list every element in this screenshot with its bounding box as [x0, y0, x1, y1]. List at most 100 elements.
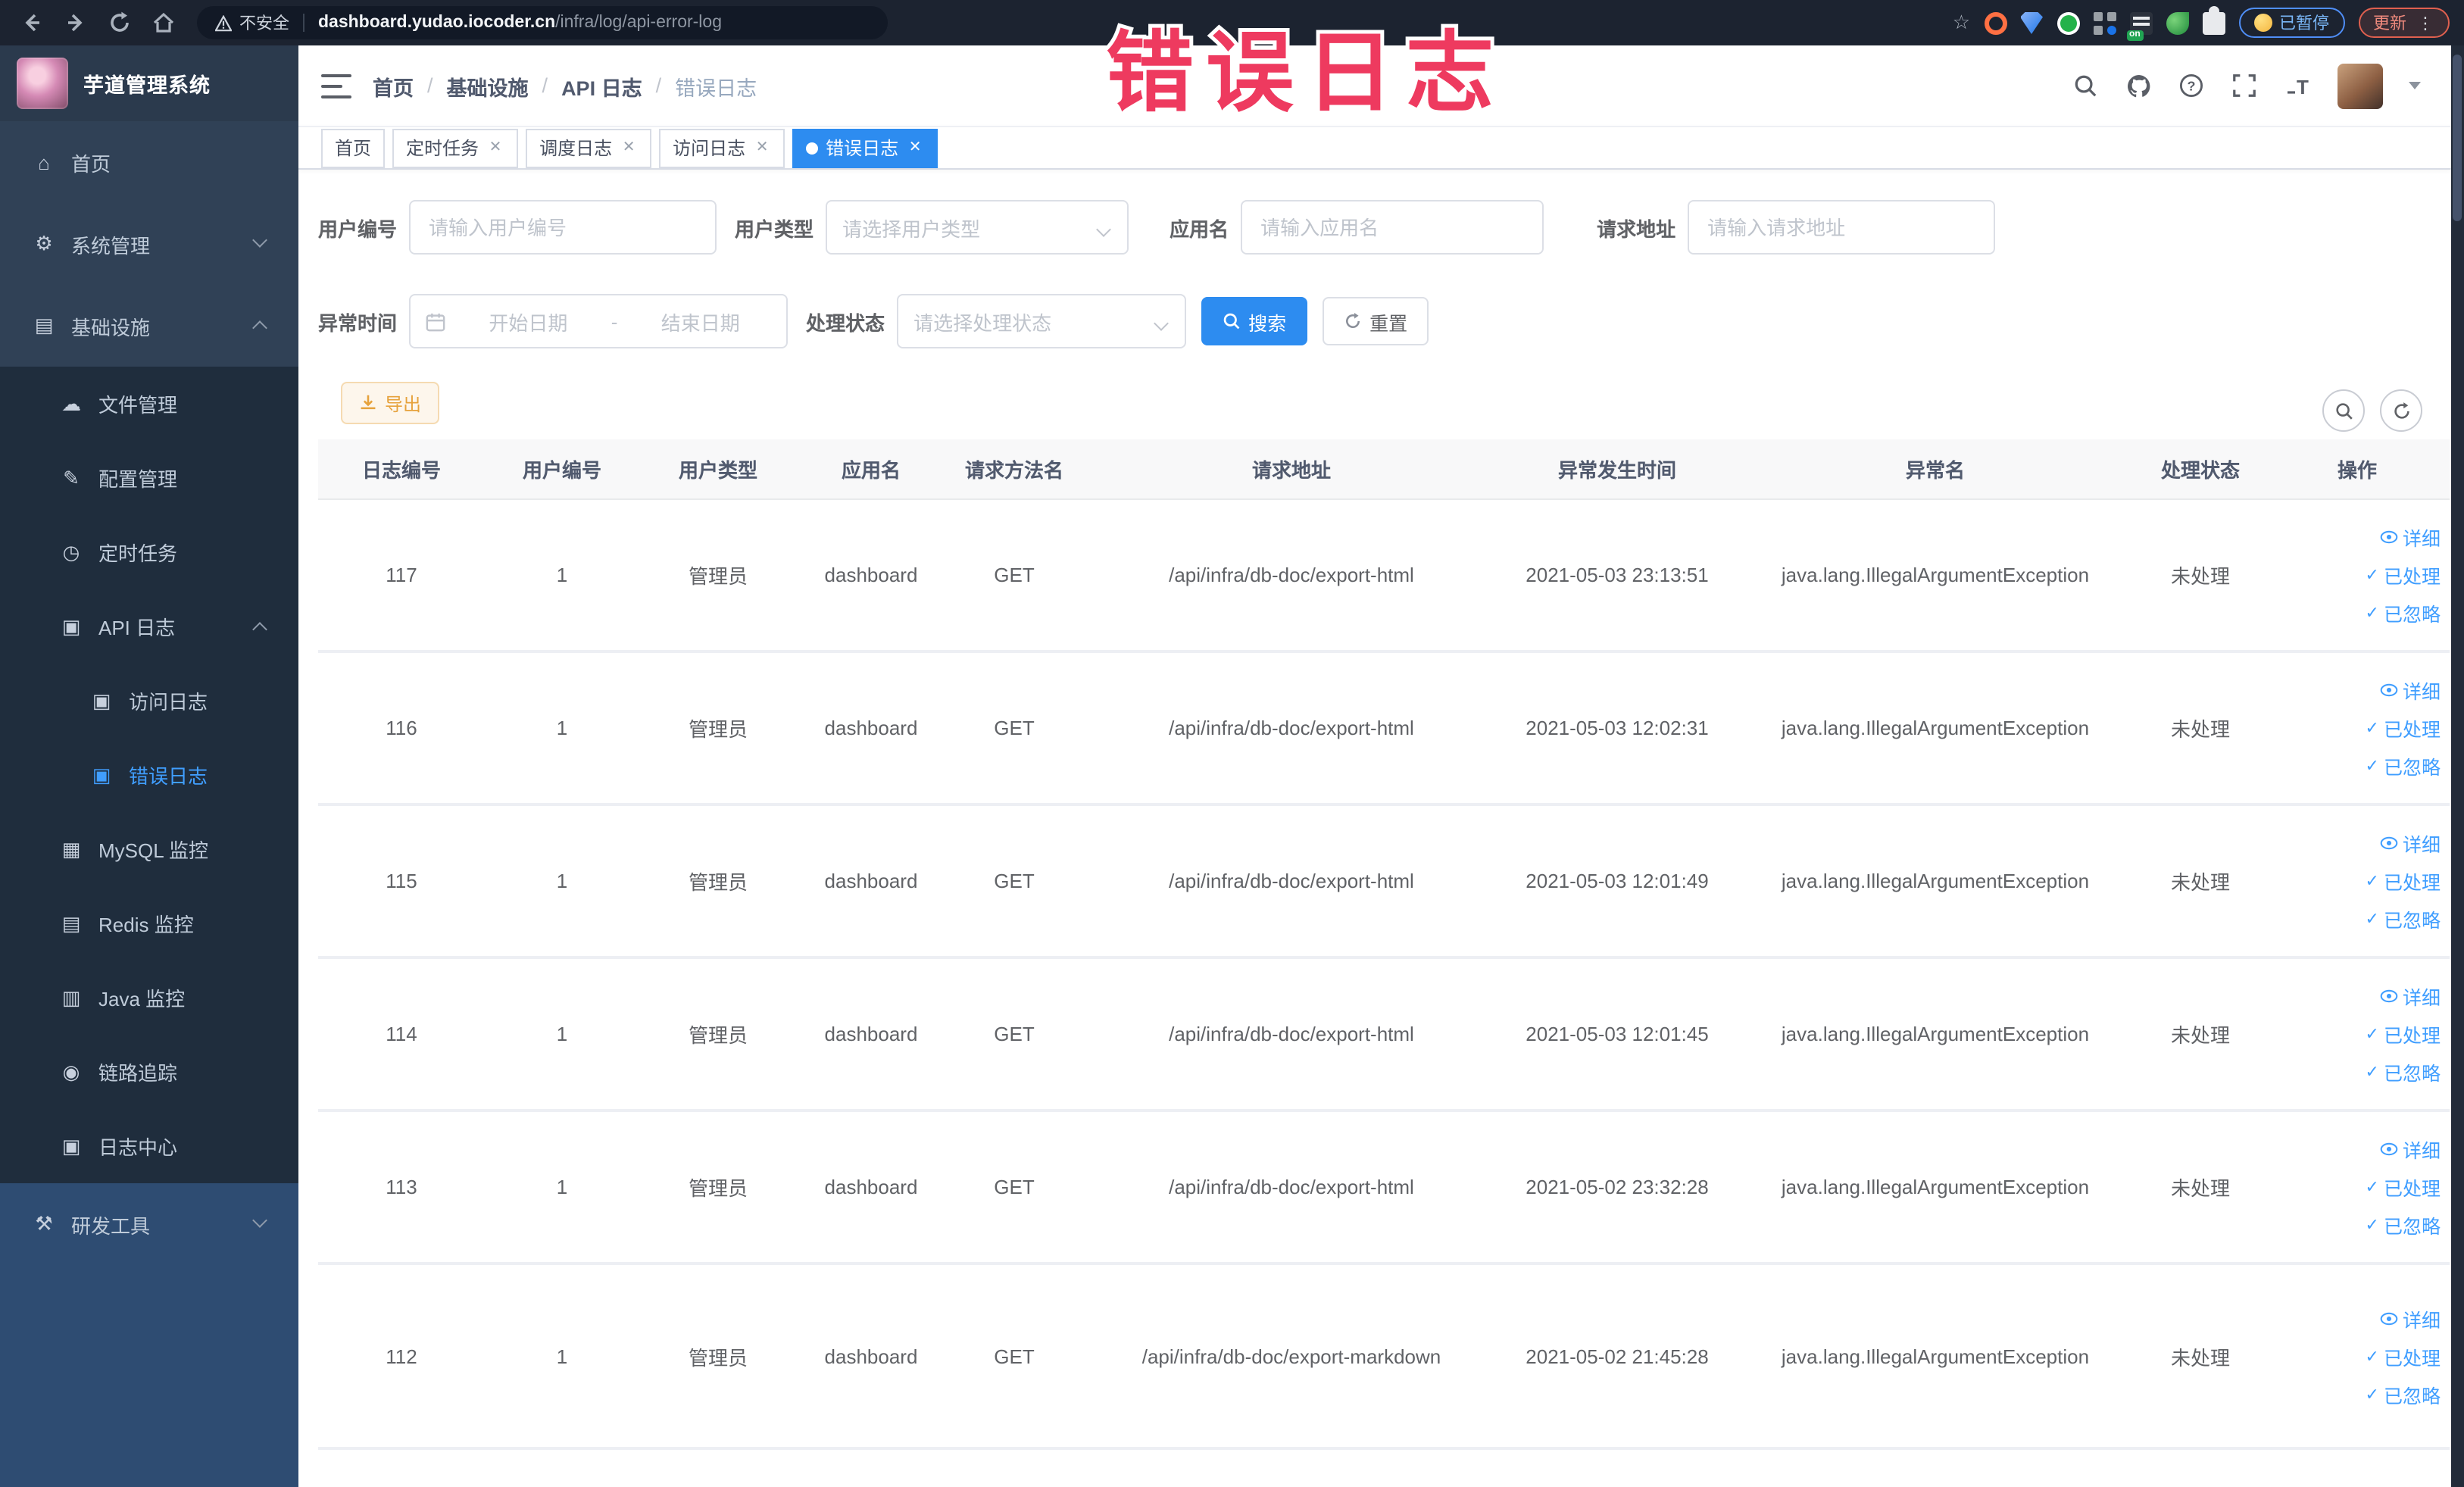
detail-link[interactable]: 详细 [2380, 1135, 2441, 1164]
avatar[interactable] [2337, 63, 2382, 108]
browser-actions: ☆ on 已暂停 更新 ⋮ [1953, 5, 2464, 40]
font-size-icon[interactable]: T [2284, 72, 2311, 99]
extension-icon-on-badge[interactable]: on [2126, 11, 2152, 40]
extension-icon-green-v[interactable] [2056, 11, 2079, 34]
user-type-select[interactable]: 请选择用户类型 [826, 200, 1129, 255]
security-status[interactable]: 不安全 [215, 11, 289, 35]
fullscreen-icon[interactable] [2231, 72, 2258, 99]
export-button[interactable]: 导出 [341, 382, 440, 424]
mark-ignored-link[interactable]: ✓ 已忽略 [2366, 1057, 2441, 1086]
search-icon[interactable] [2072, 72, 2099, 99]
emoji-face-icon [2253, 14, 2272, 32]
close-icon[interactable]: ✕ [906, 139, 924, 157]
sidebar-item-log-center[interactable]: ▣ 日志中心 [0, 1109, 298, 1183]
toggle-search-button[interactable] [2322, 389, 2365, 432]
browser-menu-icon[interactable]: ⋮ [2417, 13, 2434, 33]
close-icon[interactable]: ✕ [753, 139, 771, 157]
detail-link[interactable]: 详细 [2380, 829, 2441, 858]
search-button[interactable]: 搜索 [1201, 297, 1308, 345]
sidebar-item-infrastructure[interactable]: ▤ 基础设施 [0, 285, 298, 367]
mark-ignored-link[interactable]: ✓ 已忽略 [2366, 904, 2441, 933]
github-icon[interactable] [2125, 72, 2152, 99]
mark-processed-link[interactable]: ✓ 已处理 [2366, 714, 2441, 742]
tab-error-log[interactable]: 错误日志 ✕ [792, 128, 938, 167]
api-log-icon: ▣ [61, 614, 81, 637]
close-icon[interactable]: ✕ [486, 139, 504, 157]
sidebar-item-mysql-monitor[interactable]: ▦ MySQL 监控 [0, 812, 298, 886]
refresh-table-button[interactable] [2380, 389, 2422, 432]
extension-icon-blue-gem[interactable] [2020, 11, 2043, 34]
request-url-input[interactable] [1688, 200, 1996, 255]
edit-icon: ✎ [63, 466, 80, 489]
date-range-picker[interactable]: 开始日期 - 结束日期 [409, 294, 789, 348]
eye-icon [2380, 683, 2398, 697]
detail-link[interactable]: 详细 [2380, 1304, 2441, 1332]
sidebar-item-config-management[interactable]: ✎ 配置管理 [0, 441, 298, 515]
paused-badge[interactable]: 已暂停 [2238, 8, 2344, 38]
sidebar-item-system-management[interactable]: ⚙ 系统管理 [0, 203, 298, 285]
detail-link[interactable]: 详细 [2380, 982, 2441, 1011]
extension-icon-grid[interactable] [2093, 11, 2116, 34]
home-icon[interactable] [151, 11, 176, 35]
reset-button[interactable]: 重置 [1323, 297, 1429, 345]
reload-icon[interactable] [108, 11, 132, 35]
extension-icon-orange[interactable] [1984, 11, 2006, 34]
help-icon[interactable]: ? [2178, 72, 2205, 99]
scrollbar-thumb[interactable] [2453, 55, 2462, 221]
breadcrumb-home[interactable]: 首页 [373, 70, 414, 101]
mark-ignored-link[interactable]: ✓ 已忽略 [2366, 1211, 2441, 1239]
sidebar-item-error-log[interactable]: ▣ 错误日志 [0, 738, 298, 812]
security-label: 不安全 [239, 15, 289, 33]
tab-schedule-log[interactable]: 调度日志 ✕ [526, 128, 652, 167]
check-icon: ✓ [2365, 567, 2379, 585]
sidebar-item-api-log[interactable]: ▣ API 日志 [0, 589, 298, 664]
mark-ignored-link[interactable]: ✓ 已忽略 [2366, 598, 2441, 627]
sidebar-toggle-icon[interactable] [321, 73, 351, 98]
check-icon: ✓ [2365, 604, 2379, 623]
address-bar[interactable]: 不安全 dashboard.yudao.iocoder.cn/infra/log… [197, 6, 888, 39]
back-icon[interactable] [20, 11, 44, 35]
eye-icon [2380, 530, 2398, 544]
tab-scheduled-tasks[interactable]: 定时任务 ✕ [392, 128, 519, 167]
detail-link[interactable]: 详细 [2380, 676, 2441, 704]
mark-processed-link[interactable]: ✓ 已处理 [2366, 1020, 2441, 1048]
browser-scrollbar[interactable] [2450, 45, 2464, 1487]
sidebar-item-access-log[interactable]: ▣ 访问日志 [0, 664, 298, 738]
mark-processed-link[interactable]: ✓ 已处理 [2366, 1173, 2441, 1201]
process-status-select[interactable]: 请选择处理状态 [897, 294, 1187, 348]
mark-ignored-link[interactable]: ✓ 已忽略 [2366, 1379, 2441, 1408]
app-name-input[interactable] [1241, 200, 1544, 255]
mark-processed-link[interactable]: ✓ 已处理 [2366, 561, 2441, 589]
close-icon[interactable]: ✕ [620, 139, 638, 157]
app-logo-row[interactable]: 芋道管理系统 [0, 45, 298, 121]
access-log-icon: ▣ [92, 689, 111, 711]
mark-ignored-link[interactable]: ✓ 已忽略 [2366, 751, 2441, 780]
sidebar-item-home[interactable]: ⌂ 首页 [0, 121, 298, 203]
mark-processed-link[interactable]: ✓ 已处理 [2366, 1342, 2441, 1370]
sidebar-item-devtools[interactable]: ⚒ 研发工具 [0, 1183, 298, 1265]
tab-home[interactable]: 首页 [321, 128, 386, 167]
chevron-down-icon[interactable] [2408, 82, 2420, 89]
breadcrumb-api-log[interactable]: API 日志 [561, 70, 642, 101]
check-icon: ✓ [2365, 1348, 2379, 1366]
check-icon: ✓ [2365, 758, 2379, 776]
sidebar-item-trace[interactable]: ◉ 链路追踪 [0, 1035, 298, 1109]
mark-processed-link[interactable]: ✓ 已处理 [2366, 867, 2441, 895]
update-badge[interactable]: 更新 ⋮ [2358, 8, 2449, 38]
forward-icon[interactable] [64, 11, 88, 35]
breadcrumb-infrastructure[interactable]: 基础设施 [447, 70, 529, 101]
user-id-input[interactable] [409, 200, 717, 255]
sidebar-item-scheduled-tasks[interactable]: ◷ 定时任务 [0, 515, 298, 589]
sidebar-item-redis-monitor[interactable]: ▤ Redis 监控 [0, 886, 298, 961]
status-badge: 未处理 [2170, 1024, 2230, 1047]
extensions-puzzle-icon[interactable] [2202, 5, 2225, 34]
status-badge: 未处理 [2170, 1177, 2230, 1200]
table-row: 115 1 管理员 dashboard GET /api/infra/db-do… [318, 806, 2450, 959]
sidebar-item-file-management[interactable]: ☁ 文件管理 [0, 367, 298, 441]
extension-icon-leaf[interactable] [2166, 11, 2188, 34]
detail-link[interactable]: 详细 [2380, 523, 2441, 551]
bookmark-star-icon[interactable]: ☆ [1953, 11, 1970, 35]
sidebar-item-java-monitor[interactable]: ▥ Java 监控 [0, 961, 298, 1035]
error-log-icon: ▣ [92, 763, 111, 786]
tab-access-log[interactable]: 访问日志 ✕ [659, 128, 785, 167]
